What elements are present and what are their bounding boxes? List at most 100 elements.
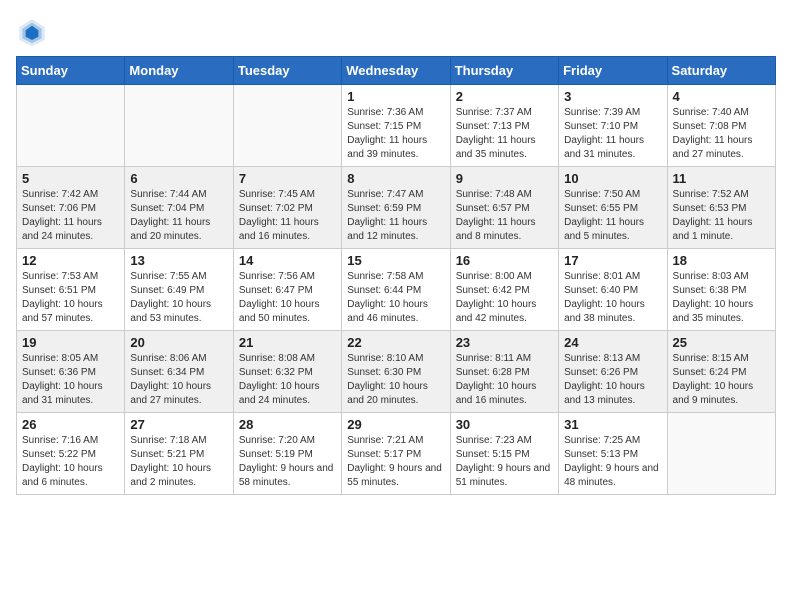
day-number: 5 bbox=[22, 171, 119, 186]
day-number: 30 bbox=[456, 417, 553, 432]
cell-info: Sunrise: 7:37 AMSunset: 7:13 PMDaylight:… bbox=[456, 106, 553, 162]
calendar-cell bbox=[125, 85, 233, 167]
weekday-header: Wednesday bbox=[342, 57, 450, 85]
logo bbox=[16, 16, 52, 48]
day-number: 29 bbox=[347, 417, 444, 432]
day-number: 11 bbox=[673, 171, 770, 186]
calendar-cell: 11 Sunrise: 7:52 AMSunset: 6:53 PMDayligh… bbox=[667, 167, 775, 249]
day-number: 9 bbox=[456, 171, 553, 186]
day-number: 3 bbox=[564, 89, 661, 104]
cell-info: Sunrise: 7:56 AMSunset: 6:47 PMDaylight:… bbox=[239, 270, 336, 326]
cell-info: Sunrise: 8:10 AMSunset: 6:30 PMDaylight:… bbox=[347, 352, 444, 408]
cell-info: Sunrise: 7:53 AMSunset: 6:51 PMDaylight:… bbox=[22, 270, 119, 326]
cell-info: Sunrise: 7:55 AMSunset: 6:49 PMDaylight:… bbox=[130, 270, 227, 326]
page-header bbox=[16, 16, 776, 48]
calendar-cell: 8 Sunrise: 7:47 AMSunset: 6:59 PMDaylight… bbox=[342, 167, 450, 249]
calendar-cell: 18 Sunrise: 8:03 AMSunset: 6:38 PMDayligh… bbox=[667, 249, 775, 331]
cell-info: Sunrise: 8:01 AMSunset: 6:40 PMDaylight:… bbox=[564, 270, 661, 326]
cell-info: Sunrise: 7:42 AMSunset: 7:06 PMDaylight:… bbox=[22, 188, 119, 244]
calendar-cell bbox=[233, 85, 341, 167]
calendar-cell: 10 Sunrise: 7:50 AMSunset: 6:55 PMDayligh… bbox=[559, 167, 667, 249]
cell-info: Sunrise: 7:48 AMSunset: 6:57 PMDaylight:… bbox=[456, 188, 553, 244]
cell-info: Sunrise: 8:13 AMSunset: 6:26 PMDaylight:… bbox=[564, 352, 661, 408]
calendar-cell: 13 Sunrise: 7:55 AMSunset: 6:49 PMDayligh… bbox=[125, 249, 233, 331]
day-number: 2 bbox=[456, 89, 553, 104]
cell-info: Sunrise: 8:06 AMSunset: 6:34 PMDaylight:… bbox=[130, 352, 227, 408]
day-number: 14 bbox=[239, 253, 336, 268]
day-number: 27 bbox=[130, 417, 227, 432]
day-number: 7 bbox=[239, 171, 336, 186]
calendar-cell: 22 Sunrise: 8:10 AMSunset: 6:30 PMDayligh… bbox=[342, 331, 450, 413]
day-number: 10 bbox=[564, 171, 661, 186]
day-number: 19 bbox=[22, 335, 119, 350]
cell-info: Sunrise: 7:25 AMSunset: 5:13 PMDaylight:… bbox=[564, 434, 661, 490]
cell-info: Sunrise: 7:18 AMSunset: 5:21 PMDaylight:… bbox=[130, 434, 227, 490]
cell-info: Sunrise: 8:11 AMSunset: 6:28 PMDaylight:… bbox=[456, 352, 553, 408]
cell-info: Sunrise: 7:21 AMSunset: 5:17 PMDaylight:… bbox=[347, 434, 444, 490]
calendar-cell: 29 Sunrise: 7:21 AMSunset: 5:17 PMDayligh… bbox=[342, 413, 450, 495]
day-number: 28 bbox=[239, 417, 336, 432]
day-number: 6 bbox=[130, 171, 227, 186]
calendar-cell bbox=[667, 413, 775, 495]
day-number: 31 bbox=[564, 417, 661, 432]
calendar-cell bbox=[17, 85, 125, 167]
day-number: 8 bbox=[347, 171, 444, 186]
calendar-cell: 26 Sunrise: 7:16 AMSunset: 5:22 PMDayligh… bbox=[17, 413, 125, 495]
cell-info: Sunrise: 7:44 AMSunset: 7:04 PMDaylight:… bbox=[130, 188, 227, 244]
calendar-cell: 1Sunrise: 7:36 AMSunset: 7:15 PMDaylight… bbox=[342, 85, 450, 167]
calendar-cell: 30Sunrise: 7:23 AMSunset: 5:15 PMDayligh… bbox=[450, 413, 558, 495]
day-number: 21 bbox=[239, 335, 336, 350]
day-number: 17 bbox=[564, 253, 661, 268]
day-number: 18 bbox=[673, 253, 770, 268]
cell-info: Sunrise: 7:58 AMSunset: 6:44 PMDaylight:… bbox=[347, 270, 444, 326]
calendar-week-row: 1Sunrise: 7:36 AMSunset: 7:15 PMDaylight… bbox=[17, 85, 776, 167]
day-number: 13 bbox=[130, 253, 227, 268]
weekday-header: Tuesday bbox=[233, 57, 341, 85]
cell-info: Sunrise: 7:16 AMSunset: 5:22 PMDaylight:… bbox=[22, 434, 119, 490]
calendar-cell: 27 Sunrise: 7:18 AMSunset: 5:21 PMDayligh… bbox=[125, 413, 233, 495]
day-number: 16 bbox=[456, 253, 553, 268]
cell-info: Sunrise: 8:05 AMSunset: 6:36 PMDaylight:… bbox=[22, 352, 119, 408]
calendar-cell: 6 Sunrise: 7:44 AMSunset: 7:04 PMDaylight… bbox=[125, 167, 233, 249]
calendar-cell: 12 Sunrise: 7:53 AMSunset: 6:51 PMDayligh… bbox=[17, 249, 125, 331]
day-number: 4 bbox=[673, 89, 770, 104]
logo-icon bbox=[16, 16, 48, 48]
day-number: 26 bbox=[22, 417, 119, 432]
calendar-cell: 24 Sunrise: 8:13 AMSunset: 6:26 PMDayligh… bbox=[559, 331, 667, 413]
cell-info: Sunrise: 7:45 AMSunset: 7:02 PMDaylight:… bbox=[239, 188, 336, 244]
calendar-cell: 14 Sunrise: 7:56 AMSunset: 6:47 PMDayligh… bbox=[233, 249, 341, 331]
calendar-cell: 17 Sunrise: 8:01 AMSunset: 6:40 PMDayligh… bbox=[559, 249, 667, 331]
calendar-cell: 7 Sunrise: 7:45 AMSunset: 7:02 PMDaylight… bbox=[233, 167, 341, 249]
weekday-header: Friday bbox=[559, 57, 667, 85]
cell-info: Sunrise: 7:36 AMSunset: 7:15 PMDaylight:… bbox=[347, 106, 444, 162]
day-number: 24 bbox=[564, 335, 661, 350]
weekday-header: Thursday bbox=[450, 57, 558, 85]
cell-info: Sunrise: 8:08 AMSunset: 6:32 PMDaylight:… bbox=[239, 352, 336, 408]
calendar-week-row: 19 Sunrise: 8:05 AMSunset: 6:36 PMDayligh… bbox=[17, 331, 776, 413]
day-number: 20 bbox=[130, 335, 227, 350]
calendar-cell: 3 Sunrise: 7:39 AMSunset: 7:10 PMDaylight… bbox=[559, 85, 667, 167]
day-number: 15 bbox=[347, 253, 444, 268]
calendar-cell: 4 Sunrise: 7:40 AMSunset: 7:08 PMDaylight… bbox=[667, 85, 775, 167]
calendar-cell: 31 Sunrise: 7:25 AMSunset: 5:13 PMDayligh… bbox=[559, 413, 667, 495]
calendar-table: SundayMondayTuesdayWednesdayThursdayFrid… bbox=[16, 56, 776, 495]
cell-info: Sunrise: 7:40 AMSunset: 7:08 PMDaylight:… bbox=[673, 106, 770, 162]
weekday-header: Sunday bbox=[17, 57, 125, 85]
calendar-cell: 15 Sunrise: 7:58 AMSunset: 6:44 PMDayligh… bbox=[342, 249, 450, 331]
day-number: 22 bbox=[347, 335, 444, 350]
calendar-cell: 28 Sunrise: 7:20 AMSunset: 5:19 PMDayligh… bbox=[233, 413, 341, 495]
cell-info: Sunrise: 7:52 AMSunset: 6:53 PMDaylight:… bbox=[673, 188, 770, 244]
calendar-cell: 5 Sunrise: 7:42 AMSunset: 7:06 PMDaylight… bbox=[17, 167, 125, 249]
cell-info: Sunrise: 7:50 AMSunset: 6:55 PMDaylight:… bbox=[564, 188, 661, 244]
cell-info: Sunrise: 7:47 AMSunset: 6:59 PMDaylight:… bbox=[347, 188, 444, 244]
cell-info: Sunrise: 8:00 AMSunset: 6:42 PMDaylight:… bbox=[456, 270, 553, 326]
cell-info: Sunrise: 7:20 AMSunset: 5:19 PMDaylight:… bbox=[239, 434, 336, 490]
day-number: 23 bbox=[456, 335, 553, 350]
calendar-cell: 9 Sunrise: 7:48 AMSunset: 6:57 PMDaylight… bbox=[450, 167, 558, 249]
cell-info: Sunrise: 8:03 AMSunset: 6:38 PMDaylight:… bbox=[673, 270, 770, 326]
day-number: 12 bbox=[22, 253, 119, 268]
cell-info: Sunrise: 8:15 AMSunset: 6:24 PMDaylight:… bbox=[673, 352, 770, 408]
day-number: 25 bbox=[673, 335, 770, 350]
calendar-week-row: 26 Sunrise: 7:16 AMSunset: 5:22 PMDayligh… bbox=[17, 413, 776, 495]
cell-info: Sunrise: 7:39 AMSunset: 7:10 PMDaylight:… bbox=[564, 106, 661, 162]
